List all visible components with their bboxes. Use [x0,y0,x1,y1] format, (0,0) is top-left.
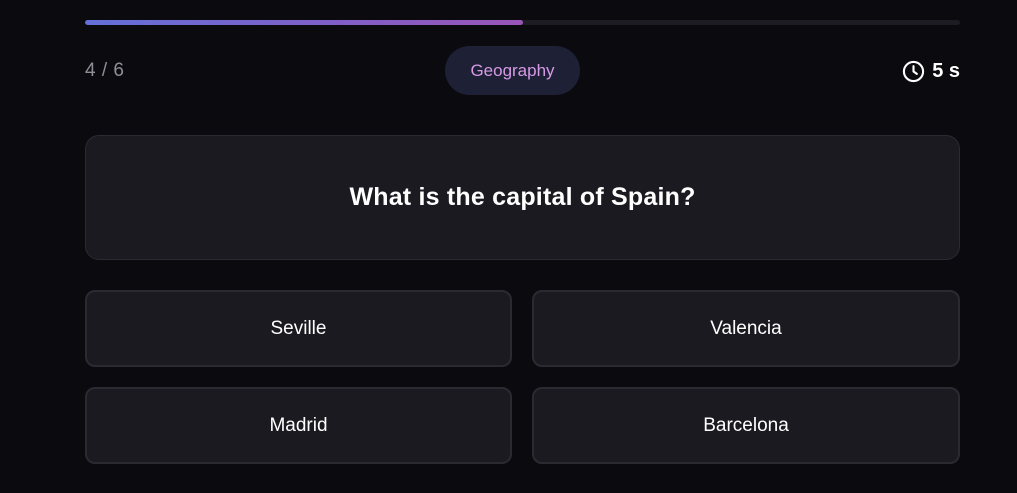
answer-label: Madrid [269,414,328,436]
category-label: Geography [470,60,555,80]
quiz-screen: 4 / 6 Geography 5 s What is the capital … [85,0,960,493]
answer-option-seville[interactable]: Seville [85,290,512,367]
question-text: What is the capital of Spain? [349,183,696,211]
question-card: What is the capital of Spain? [85,135,960,260]
quiz-header: 4 / 6 Geography 5 s [85,46,960,95]
timer-value: 5 s [932,59,960,82]
answer-label: Valencia [710,317,782,339]
answer-option-valencia[interactable]: Valencia [532,290,960,367]
progress-bar [85,20,960,25]
clock-icon [902,60,925,83]
progress-bar-fill [85,20,523,25]
answer-label: Barcelona [703,414,789,436]
answer-option-madrid[interactable]: Madrid [85,387,512,464]
answer-option-barcelona[interactable]: Barcelona [532,387,960,464]
answer-label: Seville [270,317,327,339]
countdown-timer: 5 s [902,58,960,84]
category-badge: Geography [445,46,580,95]
question-counter: 4 / 6 [85,60,125,81]
